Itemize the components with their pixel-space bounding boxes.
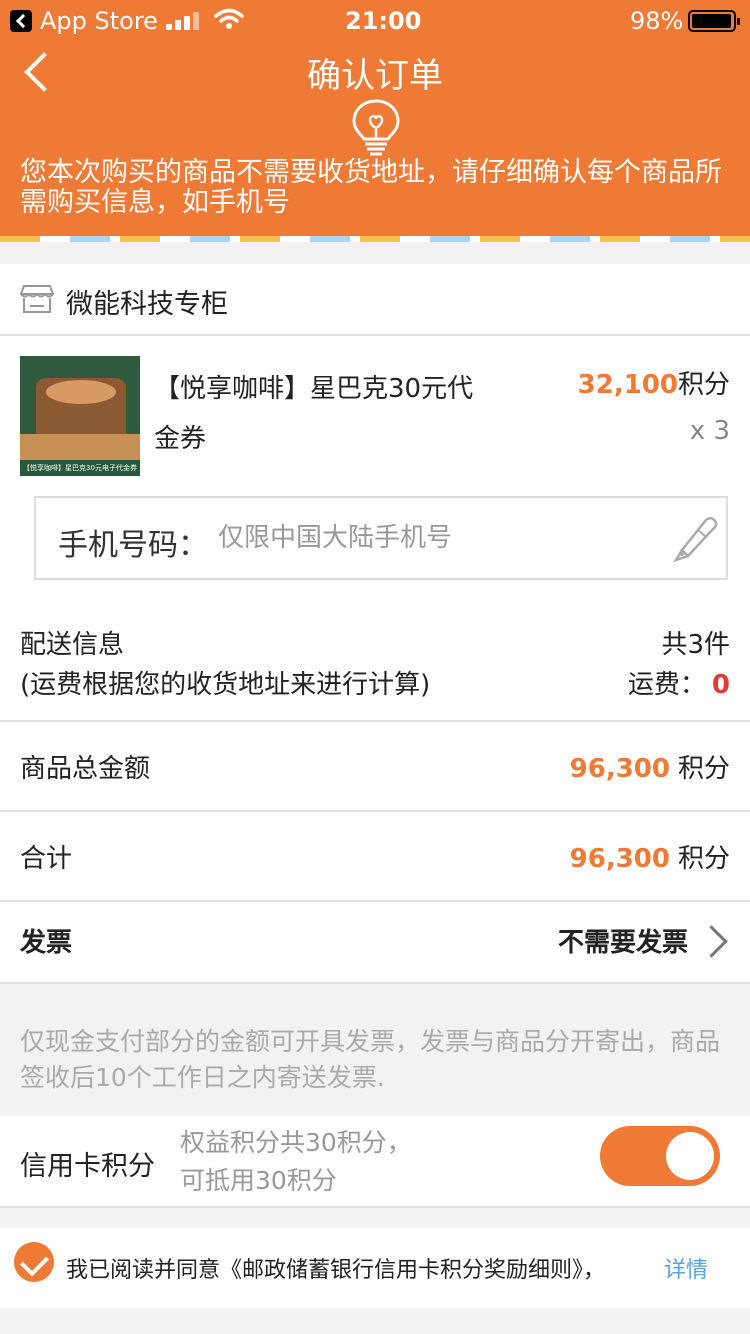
product-quantity: x 3 bbox=[689, 416, 730, 446]
clock: 21:00 bbox=[345, 7, 422, 35]
product-thumbnail[interactable]: 【悦享咖啡】星巴克30元电子代金券 bbox=[20, 356, 140, 476]
phone-label: 手机号码： bbox=[58, 528, 208, 563]
wifi-icon bbox=[214, 8, 244, 29]
latte-art-image bbox=[46, 380, 116, 404]
agreement-row: 我已阅读并同意《邮政储蓄银行信用卡积分奖励细则》， 详情 bbox=[0, 1228, 750, 1308]
total-row: 合计 96,300 积分 bbox=[0, 812, 750, 900]
thumbnail-caption: 【悦享咖啡】星巴克30元电子代金券 bbox=[20, 460, 140, 476]
header: App Store 21:00 98% 确认订单 您本次购买的商品不需要收货地址… bbox=[0, 0, 750, 242]
invoice-row[interactable]: 发票 不需要发票 bbox=[0, 902, 750, 982]
shipping-title: 配送信息 bbox=[20, 630, 125, 660]
price-unit: 积分 bbox=[677, 370, 730, 400]
signal-icon bbox=[166, 12, 202, 30]
credit-points-label: 信用卡积分 bbox=[20, 1151, 155, 1182]
invoice-value: 不需要发票 bbox=[557, 928, 688, 958]
chevron-right-icon bbox=[700, 920, 730, 960]
phone-input[interactable] bbox=[218, 514, 638, 562]
credit-points-desc-line1: 权益积分共30积分， bbox=[180, 1128, 412, 1157]
address-notice: 您本次购买的商品不需要收货地址，请仔细确认每个商品所需购买信息，如手机号 bbox=[20, 157, 722, 218]
goods-total-label: 商品总金额 bbox=[20, 754, 151, 784]
credit-points-desc-line2: 可抵用30积分 bbox=[180, 1166, 337, 1195]
page-title: 确认订单 bbox=[307, 56, 443, 96]
shipping-fee-value: 0 bbox=[711, 670, 730, 700]
agreement-details-link[interactable]: 详情 bbox=[664, 1252, 708, 1284]
shop-row: 微能科技专柜 bbox=[0, 264, 750, 334]
total-unit: 积分 bbox=[677, 844, 730, 874]
goods-total-value: 96,300 积分 bbox=[570, 748, 730, 785]
goods-total-unit: 积分 bbox=[677, 754, 730, 784]
battery-percent: 98% bbox=[630, 7, 684, 35]
product-price: 32,100积分 bbox=[578, 364, 730, 401]
shipping-note: (运费根据您的收货地址来进行计算) bbox=[20, 670, 431, 700]
invoice-label: 发票 bbox=[20, 928, 73, 958]
toggle-knob bbox=[666, 1132, 714, 1180]
wood-board-image bbox=[20, 434, 140, 460]
back-app-label[interactable]: App Store bbox=[40, 7, 158, 35]
product-name[interactable]: 【悦享咖啡】星巴克30元代金券 bbox=[154, 364, 484, 464]
item-count: 共3件 bbox=[661, 630, 730, 660]
product-section: 【悦享咖啡】星巴克30元电子代金券 【悦享咖啡】星巴克30元代金券 32,100… bbox=[0, 336, 750, 720]
pen-icon[interactable] bbox=[668, 512, 720, 564]
total-amount: 96,300 bbox=[569, 844, 670, 874]
agreement-checkbox[interactable] bbox=[14, 1242, 54, 1282]
status-bar: App Store 21:00 98% bbox=[0, 0, 750, 40]
price-value: 32,100 bbox=[577, 370, 678, 400]
invoice-note: 仅现金支付部分的金额可开具发票，发票与商品分开寄出，商品签收后10个工作日之内寄… bbox=[20, 1027, 721, 1092]
battery-icon bbox=[688, 10, 740, 32]
phone-field[interactable]: 手机号码： bbox=[34, 496, 728, 580]
agreement-text: 我已阅读并同意《邮政储蓄银行信用卡积分奖励细则》， bbox=[66, 1258, 606, 1283]
credit-points-toggle[interactable] bbox=[600, 1126, 720, 1186]
shop-name: 微能科技专柜 bbox=[66, 289, 228, 320]
shop-icon bbox=[20, 285, 54, 313]
lightbulb-icon bbox=[352, 99, 400, 156]
credit-points-desc: 权益积分共30积分， 可抵用30积分 bbox=[180, 1124, 480, 1200]
back-to-app-icon[interactable] bbox=[10, 10, 32, 32]
shipping-fee-label: 运费： bbox=[627, 670, 706, 700]
shipping-fee: 运费： 0 bbox=[628, 664, 730, 701]
total-label: 合计 bbox=[20, 844, 73, 874]
goods-total-row: 商品总金额 96,300 积分 bbox=[0, 722, 750, 810]
divider bbox=[0, 1206, 750, 1208]
decorative-stripe bbox=[0, 236, 750, 242]
goods-total-amount: 96,300 bbox=[569, 754, 670, 784]
credit-points-row: 信用卡积分 权益积分共30积分， 可抵用30积分 bbox=[0, 1116, 750, 1206]
divider bbox=[0, 982, 750, 984]
total-value: 96,300 积分 bbox=[570, 838, 730, 875]
battery-fill bbox=[692, 14, 731, 28]
